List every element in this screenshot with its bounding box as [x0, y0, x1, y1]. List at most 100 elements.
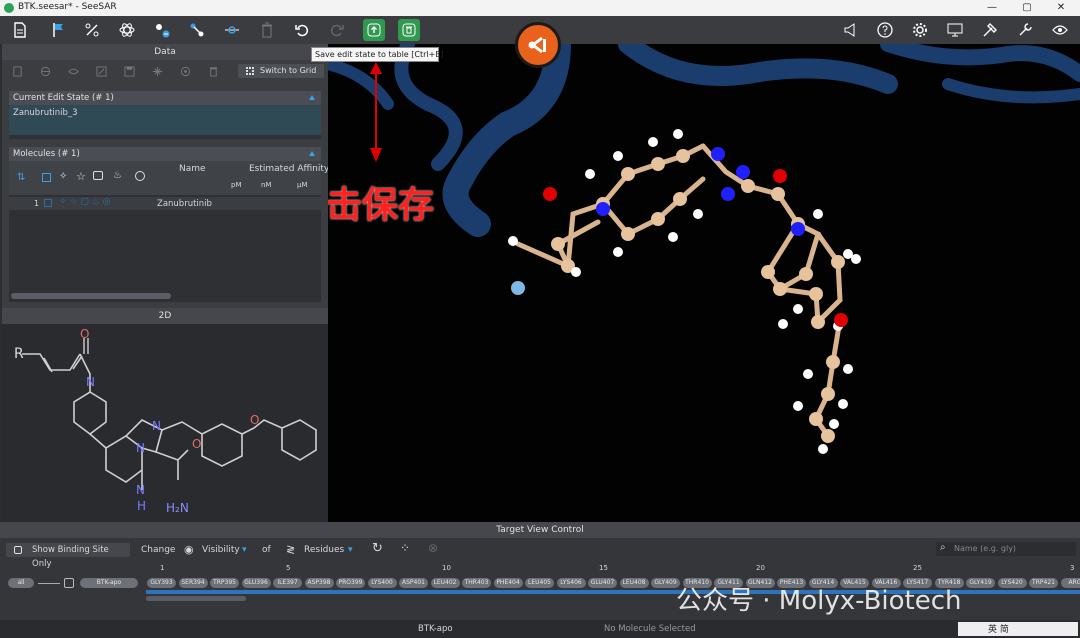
bond-tool-button[interactable] [186, 19, 208, 41]
molecules-header[interactable]: Molecules (# 1) [9, 147, 321, 161]
structure-2d-view[interactable]: R O N N N O N H O H₂N [2, 324, 328, 522]
trash-icon [209, 66, 217, 77]
delete-row-button[interactable] [206, 64, 220, 78]
tools-button[interactable] [979, 19, 1001, 41]
residue-chip[interactable]: GLU396 [241, 578, 271, 588]
sort-icon[interactable]: ⇅ [17, 172, 25, 183]
percent-tool-button[interactable] [81, 19, 103, 41]
horizontal-scrollbar[interactable] [11, 293, 171, 299]
residue-chip[interactable]: ASP398 [304, 578, 334, 588]
column-name[interactable]: Name [179, 164, 206, 174]
calc-button[interactable] [10, 64, 24, 78]
block-icon [40, 66, 50, 76]
logo-icon [528, 36, 546, 54]
wrench-button[interactable] [1014, 19, 1036, 41]
residue-chip[interactable]: LEU405 [525, 578, 554, 588]
fire-icon[interactable]: ♨ [113, 170, 122, 181]
atom-o1: O [80, 327, 89, 341]
redo-button[interactable] [326, 19, 348, 41]
residue-chip[interactable]: LYS420 [997, 578, 1027, 588]
residue-chip[interactable]: LEU402 [430, 578, 460, 588]
residue-chip[interactable]: PRO399 [336, 578, 365, 588]
search-icon: ⌕ [940, 542, 946, 553]
residue-chip[interactable]: GLY393 [147, 578, 176, 588]
star-icon[interactable]: ☆ [76, 170, 86, 183]
residue-chip[interactable]: TRP395 [210, 578, 239, 588]
link-icon[interactable]: ⊗ [428, 541, 438, 555]
close-button[interactable]: ✕ [1054, 1, 1068, 15]
save-edit-state-button[interactable] [363, 19, 385, 41]
edit-state-value[interactable]: Zanubrutinib_3 [9, 105, 321, 135]
maximize-button[interactable]: ▢ [1020, 1, 1034, 15]
palette-icon[interactable] [135, 171, 145, 181]
residue-chip[interactable]: TRP421 [1029, 578, 1058, 588]
grid-icon [246, 67, 254, 75]
residues-dropdown[interactable]: ≷ Residues ▾ [280, 543, 360, 557]
residue-chip[interactable]: THR403 [462, 578, 491, 588]
3d-viewer[interactable]: 点击保存 [328, 44, 1080, 522]
display-button[interactable] [944, 19, 966, 41]
left-panel: Data Switch to Grid Current Edit State (… [2, 44, 329, 522]
all-chains-button[interactable]: all [8, 578, 34, 588]
ime-indicator[interactable]: 英 简 [958, 622, 1078, 636]
visibility-dropdown[interactable]: ◉ Visibility ▾ [178, 543, 256, 557]
scatter-icon[interactable]: ⁘ [400, 541, 410, 555]
view-toggle-button[interactable] [66, 64, 80, 78]
announce-button[interactable] [840, 19, 862, 41]
atom-tool-button[interactable] [116, 19, 138, 41]
residue-chip[interactable]: GLU407 [588, 578, 617, 588]
residue-chip[interactable]: PHE404 [493, 578, 523, 588]
collapse-icon[interactable] [309, 151, 315, 156]
residue-chip[interactable]: ARG [1060, 578, 1080, 588]
remove-fragment-button[interactable] [151, 19, 173, 41]
edit-button[interactable] [94, 64, 108, 78]
residue-chip[interactable]: ILE397 [273, 578, 302, 588]
settings-button[interactable] [909, 19, 931, 41]
change-label: Change [141, 545, 176, 555]
sparkle-button[interactable] [150, 64, 164, 78]
chain-shield-icon[interactable] [64, 578, 74, 588]
view-button[interactable] [1049, 19, 1071, 41]
data-toolbar: Switch to Grid [2, 64, 328, 80]
column-estimated-affinity[interactable]: Estimated Affinity [249, 164, 329, 174]
help-icon [877, 22, 893, 38]
save-button[interactable] [122, 64, 136, 78]
ruler-tick: 10 [442, 564, 451, 572]
minimize-button[interactable]: — [985, 1, 999, 15]
flag-icon [53, 23, 63, 37]
delete-edit-state-button[interactable] [398, 19, 420, 41]
monitor-icon [947, 23, 963, 37]
new-file-button[interactable] [9, 19, 31, 41]
help-button[interactable] [874, 19, 896, 41]
refresh-icon[interactable]: ↻ [372, 541, 383, 556]
seesar-logo[interactable] [515, 22, 561, 68]
residue-chip[interactable]: SER394 [178, 578, 208, 588]
pin-icon[interactable]: ✧ [59, 171, 67, 182]
undo-button[interactable] [291, 19, 313, 41]
current-edit-state-section: Current Edit State (# 1) Zanubrutinib_3 [9, 91, 321, 139]
flag-button[interactable] [47, 19, 69, 41]
show-binding-site-toggle[interactable]: Show Binding Site Only [6, 543, 130, 569]
table-row[interactable]: 1 ✧ ☆ ▢ ♨ ◎ Zanubrutinib [9, 197, 321, 210]
sequence-scrollbar[interactable] [146, 596, 246, 601]
select-all-checkbox[interactable] [42, 173, 51, 182]
residue-chip[interactable]: LYS400 [367, 578, 397, 588]
delete-button[interactable] [256, 19, 278, 41]
row-pin-icon[interactable]: ✧ ☆ ▢ ♨ ◎ [59, 197, 110, 207]
edit-state-header[interactable]: Current Edit State (# 1) [9, 91, 321, 105]
chain-button[interactable]: BTK-apo [80, 578, 138, 588]
residue-search-input[interactable]: ⌕ Name (e.g. gly) [936, 542, 1076, 556]
switch-to-grid-button[interactable]: Switch to Grid [238, 64, 324, 78]
residue-chip[interactable]: LEU408 [619, 578, 649, 588]
residue-chip[interactable]: ASP401 [399, 578, 428, 588]
block-button[interactable] [38, 64, 52, 78]
row-checkbox[interactable] [44, 199, 52, 207]
atom-h: H [137, 499, 146, 513]
collapse-icon[interactable] [309, 95, 315, 100]
residue-chip[interactable]: LYS406 [556, 578, 586, 588]
comment-icon[interactable] [93, 171, 103, 180]
residue-chip[interactable]: GLY419 [966, 578, 995, 588]
torsion-tool-button[interactable] [221, 19, 243, 41]
window-title: BTK.seesar* - SeeSAR [18, 2, 117, 12]
badge-button[interactable] [178, 64, 192, 78]
